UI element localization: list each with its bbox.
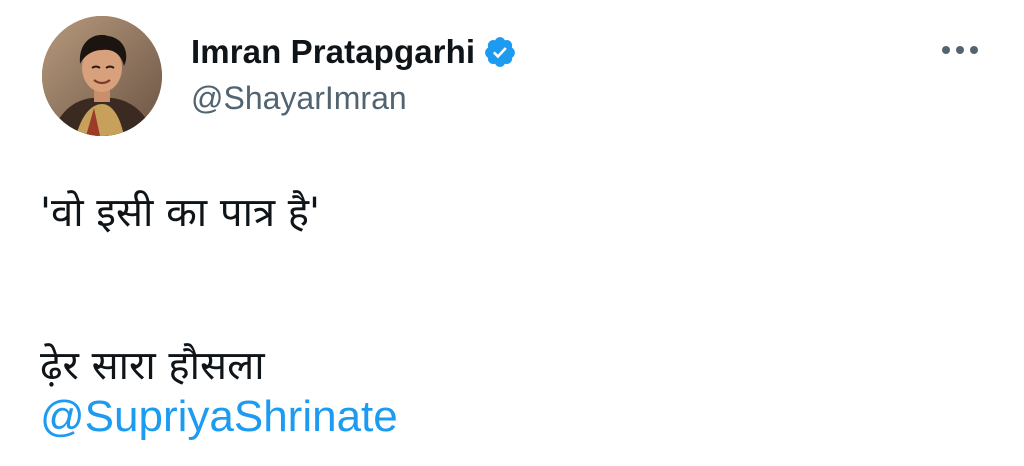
tweet-text-line-2: ढ़ेर सारा हौसला [40,343,265,389]
avatar[interactable] [42,16,162,136]
verified-badge-icon [483,35,517,69]
more-horizontal-icon [942,46,978,54]
author-name[interactable]: Imran Pratapgarhi [191,33,475,71]
more-options-button[interactable] [934,33,986,67]
author-handle[interactable]: @ShayarImran [191,80,407,117]
author-name-row[interactable]: Imran Pratapgarhi [191,30,517,74]
tweet-text-line-1: 'वो इसी का पात्र है' [40,190,320,236]
tweet-card: Imran Pratapgarhi @ShayarImran 'वो इसी क… [0,0,1024,466]
mention-link[interactable]: @SupriyaShrinate [40,392,398,442]
avatar-photo [42,16,162,136]
